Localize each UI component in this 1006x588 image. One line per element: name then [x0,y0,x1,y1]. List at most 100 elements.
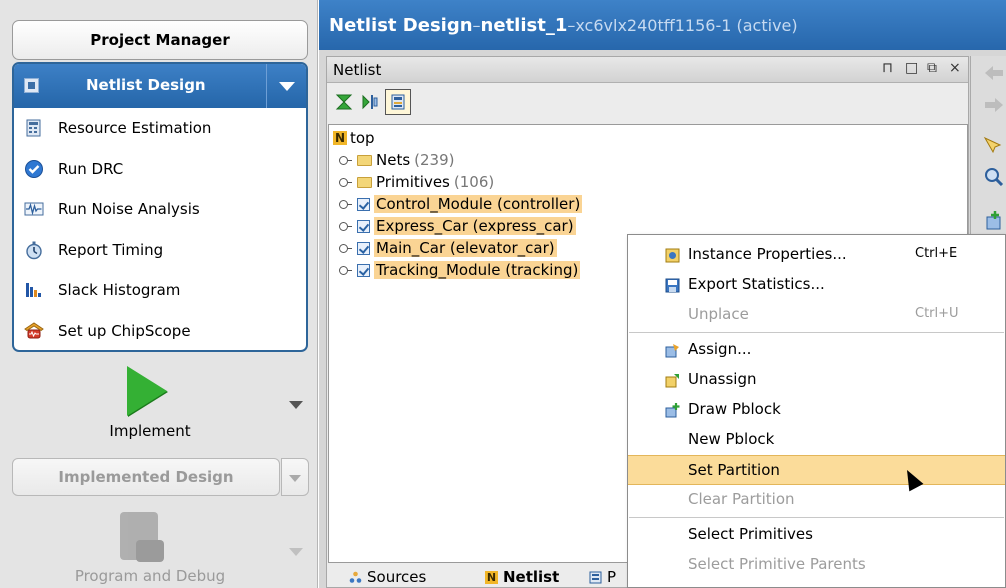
folder-icon [357,176,372,188]
nav-item-report-timing[interactable]: Report Timing [14,230,306,271]
program-and-debug-label[interactable]: Program and Debug [0,567,300,585]
tab-sources[interactable]: Sources [349,565,426,588]
menu-item-label: Select Primitives [688,525,813,543]
menu-item-set-partition[interactable]: Set Partition [628,455,1005,485]
float-icon[interactable]: ⧉ [927,60,937,76]
expand-icon[interactable] [337,219,352,233]
title-separator: – [472,15,481,35]
pblock-tool-button[interactable] [983,211,1006,233]
menu-item-label: Export Statistics... [688,275,825,293]
tree-node-control-module[interactable]: Control_Module (controller) [337,193,583,215]
menu-item-new-pblock[interactable]: New Pblock [628,425,1005,455]
nav-item-resource-estimation[interactable]: Resource Estimation [14,108,306,149]
tab-label: Netlist [503,568,560,586]
save-icon [665,278,680,293]
implemented-design-dropdown[interactable] [281,458,309,496]
netlist-design-icon [24,78,39,93]
noise-analysis-icon [24,202,44,216]
tree-node-primitives[interactable]: Primitives (106) [337,171,494,193]
expand-all-icon [362,94,378,110]
project-manager-button[interactable]: Project Manager [12,20,308,60]
tree-node-tracking-module[interactable]: Tracking_Module (tracking) [337,259,581,281]
title-prefix: Netlist Design [329,14,473,36]
histogram-icon [26,283,41,298]
expand-icon[interactable] [337,175,352,189]
netlist-design-header[interactable]: Netlist Design [14,64,306,108]
minimize-icon[interactable]: □ [905,60,918,76]
cell-icon [357,263,370,277]
tree-root-top[interactable]: N top [333,127,375,149]
title-separator: – [567,15,576,35]
tree-node-label: Main_Car (elevator_car) [374,239,557,257]
chipscope-icon [24,322,44,339]
tab-netlist[interactable]: N Netlist [485,565,559,588]
chevron-down-icon[interactable] [266,64,306,108]
nav-item-setup-chipscope[interactable]: Set up ChipScope [14,311,306,351]
netlist-design-title: Netlist Design [86,76,206,94]
menu-item-label: Draw Pblock [688,400,781,418]
instance-properties-icon [665,248,680,263]
implemented-design-button[interactable]: Implemented Design [12,458,280,496]
menu-item-assign[interactable]: Assign... [628,335,1005,365]
folder-icon [357,154,372,166]
flow-navigator: Project Manager Netlist Design Resource … [0,0,318,588]
menu-item-unplace[interactable]: Unplace Ctrl+U [628,300,1005,330]
menu-item-label: Unassign [688,370,757,388]
program-debug-icon[interactable] [120,512,164,562]
close-icon[interactable]: × [949,60,961,76]
nav-item-label: Set up ChipScope [58,321,191,340]
nav-item-label: Report Timing [58,240,164,259]
pin-icon[interactable]: ⊓ [882,60,893,76]
menu-item-export-statistics[interactable]: Export Statistics... [628,270,1005,300]
arrow-left-icon [985,66,1003,80]
menu-item-shortcut: Ctrl+U [915,306,959,321]
expand-icon[interactable] [337,241,352,255]
menu-item-instance-properties[interactable]: Instance Properties... Ctrl+E [628,240,1005,270]
chevron-down-icon[interactable] [289,548,303,556]
properties-icon [589,571,602,583]
chevron-down-icon[interactable] [289,401,303,409]
arrow-right-icon [985,98,1003,112]
resource-estimation-icon [26,119,41,137]
nav-item-label: Slack Histogram [58,281,181,300]
menu-item-select-primitive-parents[interactable]: Select Primitive Parents [628,550,1005,580]
tree-node-count: (106) [453,173,495,191]
title-netlist-name: netlist_1 [480,14,568,36]
tree-node-count: (239) [414,151,455,169]
show-hierarchy-button[interactable] [385,89,411,115]
back-button[interactable] [983,64,1006,86]
implement-label[interactable]: Implement [0,422,300,440]
menu-item-select-primitives[interactable]: Select Primitives [628,520,1005,550]
cell-icon [357,219,370,233]
expand-icon[interactable] [337,197,352,211]
expand-all-button[interactable] [357,89,383,115]
expand-icon[interactable] [337,263,352,277]
menu-item-unassign[interactable]: Unassign [628,365,1005,395]
tree-node-nets[interactable]: Nets (239) [337,149,455,171]
nav-item-run-noise-analysis[interactable]: Run Noise Analysis [14,189,306,230]
menu-item-label: Instance Properties... [688,245,847,263]
tree-node-label: Control_Module (controller) [374,195,583,213]
design-title-bar: Netlist Design – netlist_1 – xc6vlx240tf… [319,0,1006,50]
menu-separator [629,332,1004,333]
netlist-root-icon: N [333,131,347,145]
menu-item-clear-partition[interactable]: Clear Partition [628,485,1005,515]
run-implement-icon[interactable] [127,366,167,416]
tab-p[interactable]: P [589,565,616,588]
forward-button[interactable] [983,96,1006,118]
select-tool-button[interactable] [983,136,1006,158]
menu-item-draw-pblock[interactable]: Draw Pblock [628,395,1005,425]
menu-item-label: Select Primitive Parents [688,555,866,573]
tree-node-express-car[interactable]: Express_Car (express_car) [337,215,576,237]
expand-icon[interactable] [337,153,352,167]
nav-item-run-drc[interactable]: Run DRC [14,149,306,190]
cell-icon [357,241,370,255]
menu-item-shortcut: Ctrl+E [915,246,958,261]
menu-item-label: New Pblock [688,430,775,448]
collapse-all-button[interactable] [331,89,357,115]
zoom-tool-button[interactable] [983,166,1006,188]
tree-node-label: Primitives [376,173,450,191]
cell-icon [357,197,370,211]
tree-node-main-car[interactable]: Main_Car (elevator_car) [337,237,557,259]
nav-item-slack-histogram[interactable]: Slack Histogram [14,270,306,311]
